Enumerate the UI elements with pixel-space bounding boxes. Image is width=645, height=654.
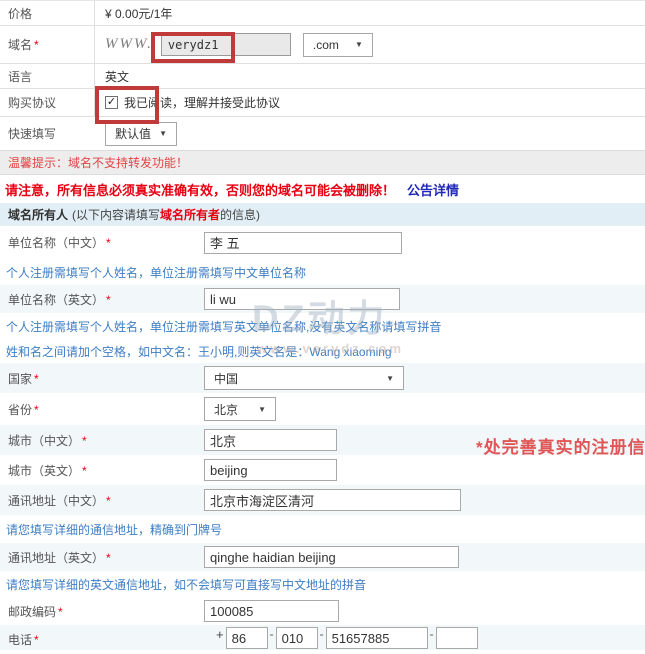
- section-title: 域名所有人: [8, 206, 68, 223]
- name-cn-label: 单位名称（中文）*: [0, 234, 204, 251]
- name-en-row: 单位名称（英文）*: [0, 285, 645, 313]
- tip-banner: 温馨提示：域名不支持转发功能！: [0, 150, 645, 175]
- announcement-link[interactable]: 公告详情: [407, 180, 459, 199]
- addr-cn-row: 通讯地址（中文）*: [0, 485, 645, 515]
- phone-row: 电话* + - - -: [0, 625, 645, 650]
- name-cn-row: 单位名称（中文）*: [0, 226, 645, 259]
- zip-label: 邮政编码*: [0, 603, 204, 620]
- addr-en-label: 通讯地址（英文）*: [0, 549, 204, 566]
- required-mark: *: [34, 38, 39, 52]
- country-row: 国家* 中国 ▼: [0, 363, 645, 393]
- quickfill-label: 快速填写: [0, 117, 95, 150]
- name-en-input[interactable]: [204, 288, 400, 310]
- owner-section-header: 域名所有人 (以下内容请填写域名所有者的信息): [0, 203, 645, 226]
- province-row: 省份* 北京 ▼: [0, 393, 645, 425]
- addr-cn-label: 通讯地址（中文）*: [0, 492, 204, 509]
- phone-extension-input[interactable]: [436, 627, 478, 649]
- check-icon: ✓: [107, 97, 116, 108]
- language-row: 语言 英文: [0, 64, 645, 89]
- price-label: 价格: [0, 1, 95, 25]
- city-en-label: 城市（英文）*: [0, 462, 204, 479]
- chevron-down-icon: ▼: [258, 405, 266, 414]
- province-selected-value: 北京: [214, 401, 238, 418]
- province-select[interactable]: 北京 ▼: [204, 397, 276, 421]
- zip-row: 邮政编码*: [0, 597, 645, 625]
- city-en-row: 城市（英文）*: [0, 455, 645, 485]
- agreement-text: 我已阅读，理解并接受此协议: [124, 94, 280, 111]
- phone-separator: -: [270, 627, 274, 641]
- price-value: ¥ 0.00元/1年: [95, 5, 645, 22]
- agreement-label: 购买协议: [0, 89, 95, 116]
- addr-cn-hint: 请您填写详细的通信地址，精确到门牌号: [0, 515, 645, 543]
- name-cn-hint: 个人注册需填写个人姓名，单位注册需填写中文单位名称: [0, 259, 645, 285]
- city-cn-label: 城市（中文）*: [0, 432, 204, 449]
- agreement-checkbox[interactable]: ✓: [105, 96, 118, 109]
- addr-en-input[interactable]: [204, 546, 459, 568]
- name-en-hint: 个人注册需填写个人姓名，单位注册需填写英文单位名称,没有英文名称请填写拼音: [0, 313, 645, 340]
- price-row: 价格 ¥ 0.00元/1年: [0, 1, 645, 26]
- product-info-table: 价格 ¥ 0.00元/1年 域名* WWW. .com ▼ 语言 英文 购买协议…: [0, 0, 645, 150]
- language-label: 语言: [0, 64, 95, 88]
- country-select[interactable]: 中国 ▼: [204, 366, 404, 390]
- country-selected-value: 中国: [214, 370, 238, 387]
- domain-row: 域名* WWW. .com ▼: [0, 26, 645, 64]
- name-format-hint: 姓和名之间请加个空格，如中文名：王小明,则英文名是：Wang xiaoming: [0, 340, 645, 363]
- red-annotation-text: *处完善真实的注册信息: [476, 433, 645, 458]
- phone-plus-sign: +: [216, 627, 224, 642]
- warning-text: 请注意，所有信息必须真实准确有效，否则您的域名可能会被删除！: [5, 180, 395, 199]
- quickfill-select[interactable]: 默认值 ▼: [105, 122, 177, 146]
- province-label: 省份*: [0, 401, 204, 418]
- www-prefix: WWW.: [105, 36, 153, 53]
- phone-area-code-input[interactable]: [276, 627, 318, 649]
- chevron-down-icon: ▼: [355, 40, 363, 49]
- section-highlight: 域名所有者: [160, 206, 220, 223]
- zip-input[interactable]: [204, 600, 339, 622]
- phone-country-code-input[interactable]: [226, 627, 268, 649]
- city-en-input[interactable]: [204, 459, 337, 481]
- domain-label: 域名*: [0, 26, 95, 63]
- chevron-down-icon: ▼: [386, 374, 394, 383]
- phone-separator: -: [430, 627, 434, 641]
- country-label: 国家*: [0, 370, 204, 387]
- tld-selected-value: .com: [313, 38, 339, 52]
- addr-en-row: 通讯地址（英文）*: [0, 543, 645, 571]
- addr-cn-input[interactable]: [204, 489, 461, 511]
- name-cn-input[interactable]: [204, 232, 402, 254]
- domain-name-input[interactable]: [161, 33, 291, 56]
- phone-number-input[interactable]: [326, 627, 428, 649]
- agreement-row: 购买协议 ✓ 我已阅读，理解并接受此协议: [0, 89, 645, 117]
- quickfill-row: 快速填写 默认值 ▼: [0, 117, 645, 150]
- name-en-label: 单位名称（英文）*: [0, 291, 204, 308]
- phone-label: 电话*: [0, 627, 204, 648]
- quickfill-selected-value: 默认值: [115, 125, 151, 142]
- city-cn-input[interactable]: [204, 429, 337, 451]
- warning-row: 请注意，所有信息必须真实准确有效，否则您的域名可能会被删除！ 公告详情: [0, 175, 645, 203]
- language-value: 英文: [95, 68, 645, 85]
- phone-separator: -: [320, 627, 324, 641]
- tld-select[interactable]: .com ▼: [303, 33, 373, 57]
- chevron-down-icon: ▼: [159, 129, 167, 138]
- addr-en-hint: 请您填写详细的英文通信地址，如不会填写可直接写中文地址的拼音: [0, 571, 645, 597]
